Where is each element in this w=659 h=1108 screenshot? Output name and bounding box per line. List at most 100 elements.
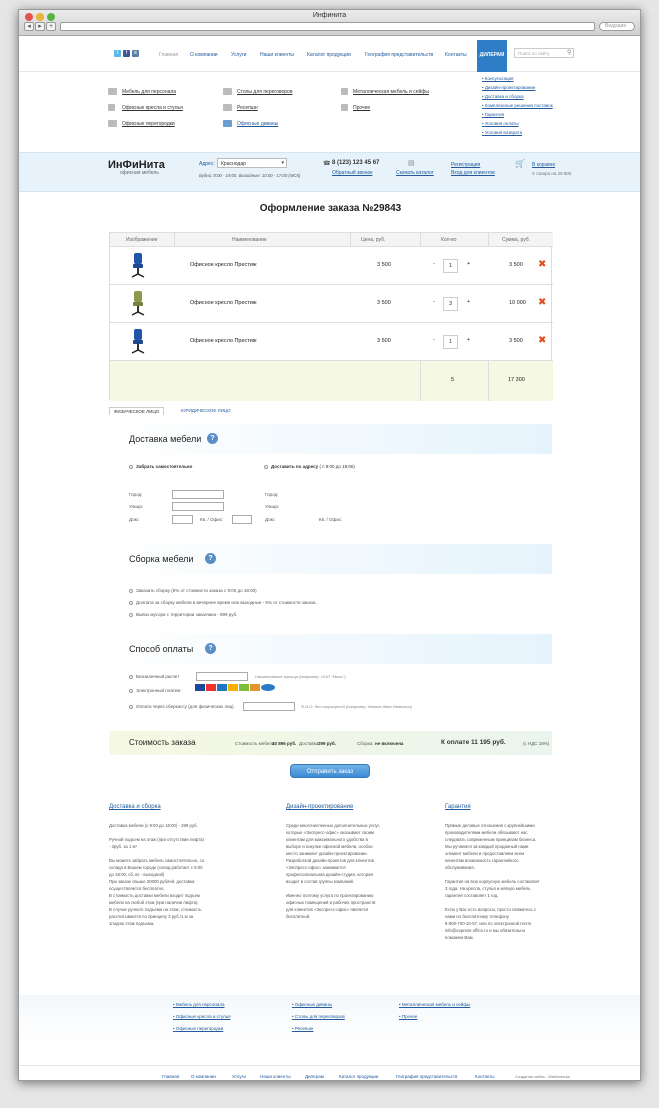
house-input[interactable] (172, 515, 193, 524)
delete-icon[interactable]: ✖ (538, 336, 546, 346)
browser-search-input[interactable]: Ведущие (599, 22, 635, 31)
visa-icon[interactable] (195, 684, 205, 691)
help-icon[interactable]: ? (205, 643, 216, 654)
radio[interactable] (129, 689, 133, 693)
service-link[interactable]: Условия оплаты (482, 121, 519, 126)
footer-catalog-link[interactable]: Офисные кресла и стулья (173, 1014, 231, 1019)
tab-company[interactable]: ЮРИДИЧЕСКОЕ ЛИЦО (177, 407, 235, 414)
search-icon[interactable]: ⚲ (567, 49, 571, 56)
catalog-item[interactable]: Столы для переговоров (237, 89, 293, 95)
mobile-payment-icon[interactable] (261, 684, 275, 691)
qty-plus-button[interactable]: + (467, 261, 470, 267)
callback-link[interactable]: Обратный звонок (332, 170, 372, 176)
site-search-input[interactable]: Поиск по сайту (514, 48, 574, 58)
assembly-option[interactable]: Доплата за сборку мебели в вечернее врем… (129, 600, 317, 605)
footer-catalog-link[interactable]: Ресепшн (292, 1026, 314, 1031)
service-link[interactable]: Условия возврата (482, 130, 522, 135)
full-name-input[interactable] (243, 702, 295, 711)
nav-geography[interactable]: География представительств (365, 52, 433, 58)
webmoney-icon[interactable] (239, 684, 249, 691)
footer-nav-clients[interactable]: Наши клиенты (260, 1074, 291, 1079)
service-link[interactable]: Дизайн-проектирование (482, 85, 536, 90)
tab-individual[interactable]: ФИЗИЧЕСКОЕ ЛИЦО (109, 407, 165, 415)
download-catalog-link[interactable]: Скачать каталог (396, 170, 434, 176)
radio[interactable] (264, 465, 268, 469)
nav-catalog[interactable]: Каталог продукции (307, 52, 351, 58)
catalog-item[interactable]: Офисные кресла и стулья (122, 105, 183, 111)
footer-nav-dealers[interactable]: Дилерам (305, 1074, 324, 1079)
service-link[interactable]: Гарантия (482, 112, 504, 117)
assembly-option[interactable]: Заказать сборку (5% от стоимости заказа … (129, 588, 257, 593)
radio[interactable] (129, 465, 133, 469)
cart-icon[interactable]: 🛒 (515, 159, 525, 168)
address-option[interactable]: Доставить по адресу ( с 9:00 до 18:00) (264, 464, 355, 469)
footer-catalog-link[interactable]: Мебель для персонала (173, 1002, 225, 1007)
catalog-item[interactable]: Прочее (353, 105, 370, 111)
catalog-item[interactable]: Офисные диваны (237, 121, 278, 127)
delete-icon[interactable]: ✖ (538, 298, 546, 308)
nav-about[interactable]: О компании (190, 52, 218, 58)
back-icon[interactable]: ◂ (24, 22, 34, 31)
help-icon[interactable]: ? (205, 553, 216, 564)
qty-minus-button[interactable]: - (433, 299, 435, 305)
yandex-money-icon[interactable] (228, 684, 238, 691)
radio[interactable] (129, 613, 133, 617)
footer-nav-contacts[interactable]: Контакты (475, 1074, 494, 1079)
qty-minus-button[interactable]: - (433, 337, 435, 343)
twitter-icon[interactable]: t (114, 50, 121, 57)
catalog-item[interactable]: Мебель для персонала (122, 89, 176, 95)
city-select[interactable]: Краснодар ▾ (217, 158, 287, 168)
radio[interactable] (129, 675, 133, 679)
apt-input[interactable] (232, 515, 252, 524)
nav-home[interactable]: Главная (159, 52, 178, 58)
add-tab-icon[interactable]: + (46, 22, 56, 31)
pickup-option[interactable]: Забрать самостоятельно (129, 464, 192, 469)
product-name[interactable]: Офисное кресло Престиж (190, 300, 257, 306)
help-icon[interactable]: ? (207, 433, 218, 444)
sber-option[interactable]: Оплата через сберкассу (для физических л… (129, 704, 234, 709)
footer-catalog-link[interactable]: Столы для переговоров (292, 1014, 345, 1019)
qty-plus-button[interactable]: + (467, 299, 470, 305)
vk-icon[interactable]: в (132, 50, 139, 57)
login-link[interactable]: Вход для клиентов (451, 170, 495, 176)
catalog-item[interactable]: Ресепшн (237, 105, 258, 111)
street-input[interactable] (172, 502, 224, 511)
nav-contacts[interactable]: Контакты (445, 52, 467, 58)
maestro-icon[interactable] (217, 684, 227, 691)
qty-plus-button[interactable]: + (467, 337, 470, 343)
electronic-option[interactable]: Электронный платеж: (129, 688, 181, 693)
service-link[interactable]: Доставка и сборка (482, 94, 524, 99)
service-link[interactable]: Консультация (482, 76, 514, 81)
footer-catalog-link[interactable]: Металлическая мебель и сейфы (399, 1002, 470, 1007)
nav-dealers[interactable]: ДИЛЕРАМ (477, 40, 507, 72)
service-link[interactable]: Комплексные решения поставок (482, 103, 553, 108)
footer-nav-catalog[interactable]: Каталог продукции (339, 1074, 378, 1079)
footer-nav-about[interactable]: О компании (191, 1074, 216, 1079)
footer-catalog-link[interactable]: Офисные перегородки (173, 1026, 223, 1031)
submit-order-button[interactable]: Отправить заказ (290, 764, 370, 778)
radio[interactable] (129, 589, 133, 593)
register-link[interactable]: Регистрация (451, 162, 480, 168)
qty-input[interactable]: 1 (443, 335, 458, 349)
product-name[interactable]: Офисное кресло Престиж (190, 262, 257, 268)
footer-catalog-link[interactable]: Прочее (399, 1014, 418, 1019)
product-name[interactable]: Офисное кресло Престиж (190, 338, 257, 344)
delivery-info-title[interactable]: Доставка и сборка (109, 804, 161, 810)
nav-clients[interactable]: Наши клиенты (260, 52, 294, 58)
catalog-item[interactable]: Металлическая мебель и сейфы (353, 89, 429, 95)
footer-nav-geography[interactable]: География представительств (396, 1074, 457, 1079)
site-credit[interactable]: Создание сайта - Webformula (515, 1074, 570, 1079)
forward-icon[interactable]: ▸ (35, 22, 45, 31)
warranty-info-title[interactable]: Гарантия (445, 804, 471, 810)
mastercard-icon[interactable] (206, 684, 216, 691)
city-input[interactable] (172, 490, 224, 499)
cashless-option[interactable]: Безналичный расчет (129, 674, 179, 679)
address-bar[interactable] (60, 22, 595, 31)
qty-input[interactable]: 3 (443, 297, 458, 311)
qty-minus-button[interactable]: - (433, 261, 435, 267)
nav-services[interactable]: Услуги (231, 52, 246, 58)
company-name-input[interactable] (196, 672, 248, 681)
delete-icon[interactable]: ✖ (538, 260, 546, 270)
footer-catalog-link[interactable]: Офисные диваны (292, 1002, 332, 1007)
design-info-title[interactable]: Дизайн-проектирование (286, 804, 353, 810)
